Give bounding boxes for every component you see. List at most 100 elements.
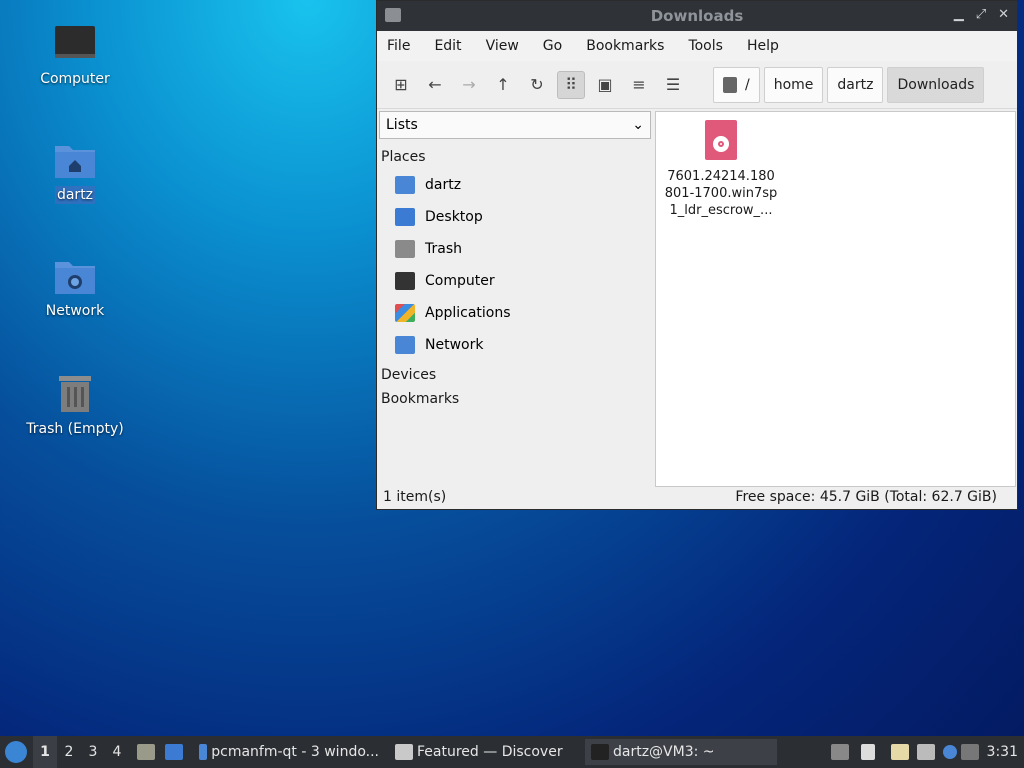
file-name-line: 801-1700.win7sp <box>664 186 778 201</box>
thumbnail-view-icon[interactable]: ▣ <box>591 71 619 99</box>
sidebar-section-places[interactable]: Places <box>379 139 651 169</box>
sidebar-item-label: Desktop <box>425 209 483 225</box>
reload-icon[interactable]: ↻ <box>523 71 551 99</box>
desktop-icon <box>395 208 415 226</box>
sidebar: Lists ⌄ Places dartz Desktop Trash Compu… <box>379 111 651 487</box>
menu-tools[interactable]: Tools <box>688 38 723 54</box>
status-free-space: Free space: 45.7 GiB (Total: 62.7 GiB) <box>735 489 997 505</box>
task-terminal[interactable]: dartz@VM3: ~ <box>585 739 777 765</box>
sidebar-section-devices[interactable]: Devices <box>379 361 651 387</box>
sidebar-item-trash[interactable]: Trash <box>379 233 651 265</box>
start-menu-icon[interactable] <box>5 741 27 763</box>
desktop-icon-computer[interactable]: Computer <box>20 24 130 88</box>
window-titlebar[interactable]: Downloads ▁ ⤢ ✕ <box>377 1 1017 31</box>
display-icon[interactable] <box>961 744 979 760</box>
drive-icon <box>723 76 737 93</box>
folder-icon <box>199 744 208 760</box>
notification-icon[interactable] <box>943 745 957 759</box>
task-discover[interactable]: Featured — Discover <box>389 739 581 765</box>
computer-icon <box>395 272 415 290</box>
task-pcmanfm[interactable]: pcmanfm-qt - 3 windo... <box>193 739 385 765</box>
taskbar: 1 2 3 4 pcmanfm-qt - 3 windo... Featured… <box>0 736 1024 768</box>
file-manager-window: Downloads ▁ ⤢ ✕ File Edit View Go Bookma… <box>376 0 1018 510</box>
icon-view-icon[interactable]: ⠿ <box>557 70 585 99</box>
desktop-switch-2[interactable]: 2 <box>57 744 81 760</box>
folder-icon <box>385 8 401 22</box>
sidebar-item-dartz[interactable]: dartz <box>379 169 651 201</box>
clipboard-icon[interactable] <box>891 744 909 760</box>
file-manager-launcher-icon[interactable] <box>137 744 155 760</box>
task-label: dartz@VM3: ~ <box>613 744 715 760</box>
path-root-label: / <box>745 76 750 93</box>
sidebar-item-label: Trash <box>425 241 462 257</box>
desktop-icon-label: Network <box>45 303 105 319</box>
task-label: Featured — Discover <box>417 744 563 760</box>
menu-go[interactable]: Go <box>543 38 562 54</box>
compact-view-icon[interactable]: ≡ <box>625 71 653 99</box>
back-icon[interactable]: ← <box>421 71 449 99</box>
computer-icon <box>55 26 95 58</box>
sidebar-mode-select[interactable]: Lists ⌄ <box>379 111 651 139</box>
status-item-count: 1 item(s) <box>383 489 447 505</box>
desktop-icon-trash[interactable]: Trash (Empty) <box>20 372 130 438</box>
terminal-icon <box>591 744 609 760</box>
path-root[interactable]: / <box>713 66 760 103</box>
file-name-line: 7601.24214.180 <box>667 169 775 184</box>
menubar: File Edit View Go Bookmarks Tools Help <box>377 31 1017 61</box>
minimize-icon[interactable]: ▁ <box>954 7 964 22</box>
window-title: Downloads <box>650 7 744 25</box>
desktop-icon-dartz[interactable]: dartz <box>20 140 130 204</box>
detailed-list-icon[interactable]: ☰ <box>659 71 687 99</box>
updates-icon[interactable] <box>831 744 849 760</box>
network-folder-icon <box>395 336 415 354</box>
file-item[interactable]: 7601.24214.180 801-1700.win7sp 1_ldr_esc… <box>662 118 780 219</box>
desktop-icon-label: Trash (Empty) <box>26 421 124 437</box>
task-label: pcmanfm-qt - 3 windo... <box>211 744 379 760</box>
status-bar: 1 item(s) Free space: 45.7 GiB (Total: 6… <box>377 485 1017 509</box>
sidebar-item-applications[interactable]: Applications <box>379 297 651 329</box>
network-folder-icon <box>55 262 95 294</box>
new-tab-icon[interactable]: ⊞ <box>387 71 415 99</box>
close-icon[interactable]: ✕ <box>998 7 1009 22</box>
sidebar-item-desktop[interactable]: Desktop <box>379 201 651 233</box>
network-icon[interactable] <box>917 744 935 760</box>
desktop-icon-label: Computer <box>40 71 110 87</box>
path-bar: / home dartz Downloads <box>713 66 985 103</box>
home-folder-icon <box>55 146 95 178</box>
path-downloads[interactable]: Downloads <box>887 66 985 103</box>
desktop-switch-4[interactable]: 4 <box>105 744 129 760</box>
file-name-line: 1_ldr_escrow_... <box>669 203 773 218</box>
applications-icon <box>395 304 415 322</box>
sidebar-item-network[interactable]: Network <box>379 329 651 361</box>
desktop-switch-1[interactable]: 1 <box>33 736 57 768</box>
menu-help[interactable]: Help <box>747 38 779 54</box>
path-home[interactable]: home <box>763 66 824 103</box>
home-folder-icon <box>395 176 415 194</box>
disc-image-icon <box>705 120 737 160</box>
desktop-icon-label: dartz <box>54 186 96 204</box>
discover-icon <box>395 744 413 760</box>
toolbar: ⊞ ← → ↑ ↻ ⠿ ▣ ≡ ☰ / home dartz Downloads <box>377 61 1017 109</box>
menu-view[interactable]: View <box>486 38 519 54</box>
path-dartz[interactable]: dartz <box>827 66 884 103</box>
forward-icon[interactable]: → <box>455 71 483 99</box>
clock[interactable]: 3:31 <box>987 744 1018 760</box>
sidebar-item-computer[interactable]: Computer <box>379 265 651 297</box>
desktop-icon-network[interactable]: Network <box>20 256 130 320</box>
volume-icon[interactable] <box>861 744 875 760</box>
menu-file[interactable]: File <box>387 38 410 54</box>
sidebar-section-bookmarks[interactable]: Bookmarks <box>379 387 651 411</box>
chevron-down-icon: ⌄ <box>632 117 644 133</box>
show-desktop-icon[interactable] <box>165 744 183 760</box>
maximize-icon[interactable]: ⤢ <box>976 7 986 22</box>
sidebar-item-label: Network <box>425 337 484 353</box>
sidebar-item-label: dartz <box>425 177 462 193</box>
sidebar-item-label: Computer <box>425 273 495 289</box>
sidebar-item-label: Applications <box>425 305 511 321</box>
up-icon[interactable]: ↑ <box>489 71 517 99</box>
desktop-switch-3[interactable]: 3 <box>81 744 105 760</box>
file-view[interactable]: 7601.24214.180 801-1700.win7sp 1_ldr_esc… <box>655 111 1016 487</box>
trash-icon <box>59 376 91 412</box>
menu-edit[interactable]: Edit <box>434 38 461 54</box>
menu-bookmarks[interactable]: Bookmarks <box>586 38 664 54</box>
